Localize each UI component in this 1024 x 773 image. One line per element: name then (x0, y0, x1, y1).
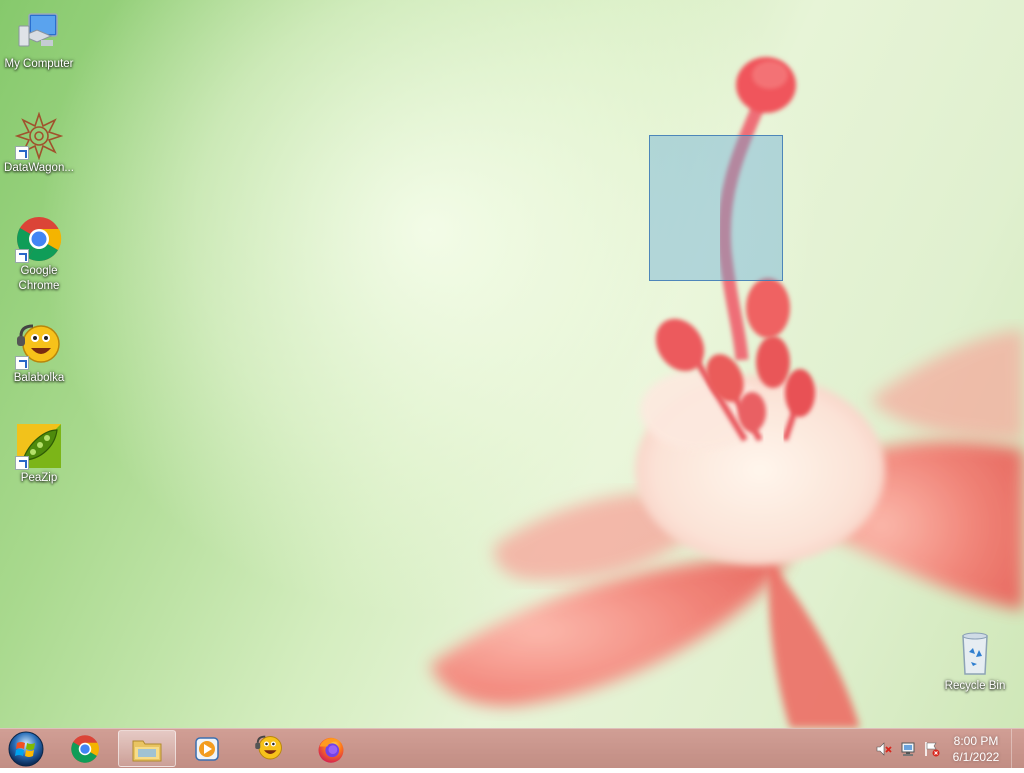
balabolka-icon (15, 322, 63, 370)
clock-time: 8:00 PM (953, 734, 999, 748)
flower-wallpaper-art (430, 57, 1024, 728)
chrome-icon (15, 215, 63, 263)
show-desktop-button[interactable] (1011, 729, 1024, 769)
start-button[interactable] (6, 730, 46, 768)
shortcut-arrow-icon (15, 249, 29, 263)
balabolka-icon (255, 735, 282, 759)
desktop-icon-balabolka[interactable]: Balabolka (0, 322, 78, 386)
desktop-icon-label: Balabolka (13, 372, 65, 384)
taskbar-clock[interactable]: 8:00 PM 6/1/2022 (946, 733, 1006, 765)
taskbar-explorer-button[interactable] (118, 730, 176, 767)
taskbar: 8:00 PM 6/1/2022 (0, 728, 1024, 769)
datawagon-icon (15, 112, 63, 160)
media-player-icon (195, 736, 219, 761)
shortcut-arrow-icon (15, 456, 29, 470)
selection-rectangle (649, 135, 783, 281)
action-center-flag-icon[interactable] (924, 741, 940, 757)
clock-date: 6/1/2022 (952, 750, 1000, 764)
desktop-icon-label: PeaZip (20, 472, 58, 484)
taskbar-balabolka-button[interactable] (240, 730, 298, 767)
windows-start-orb-icon (8, 731, 44, 767)
folder-icon (132, 740, 162, 761)
taskbar-media-player-button[interactable] (178, 730, 236, 767)
firefox-icon (318, 737, 344, 763)
desktop-icon-label: Recycle Bin (944, 680, 1006, 692)
taskbar-firefox-button[interactable] (302, 730, 360, 767)
desktop-wallpaper[interactable]: My Computer DataWagon... Google Chrome B… (0, 0, 1024, 728)
desktop-icon-my-computer[interactable]: My Computer (0, 8, 78, 72)
desktop-icon-label: DataWagon... (4, 162, 74, 174)
system-tray: 8:00 PM 6/1/2022 (854, 729, 1024, 769)
shortcut-arrow-icon (15, 146, 29, 160)
network-icon[interactable] (900, 741, 916, 757)
shortcut-arrow-icon (15, 356, 29, 370)
desktop-icon-datawagon[interactable]: DataWagon... (0, 112, 78, 176)
desktop-icon-recycle-bin[interactable]: Recycle Bin (936, 630, 1014, 694)
peazip-icon (15, 422, 63, 470)
computer-icon (15, 8, 63, 56)
chrome-icon (71, 734, 99, 763)
desktop-icon-google-chrome[interactable]: Google Chrome (0, 215, 78, 294)
desktop-icon-label: My Computer (4, 58, 74, 70)
desktop-icon-peazip[interactable]: PeaZip (0, 422, 78, 486)
volume-muted-icon[interactable] (876, 741, 892, 757)
desktop-icon-label: Google Chrome (18, 265, 60, 292)
recycle-bin-icon (951, 630, 999, 678)
taskbar-chrome-button[interactable] (56, 730, 114, 767)
